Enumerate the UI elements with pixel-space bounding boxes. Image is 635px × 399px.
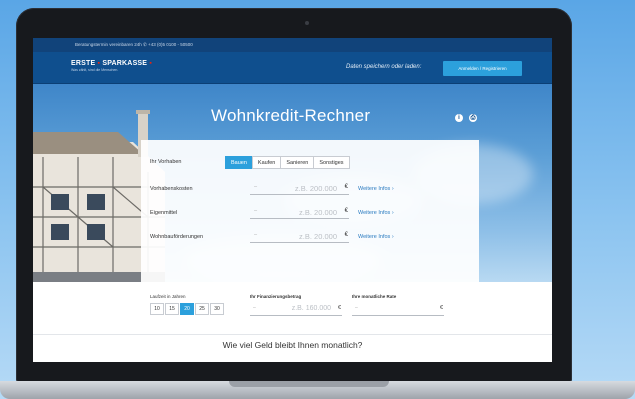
euro-symbol: € <box>344 232 348 238</box>
euro-symbol: € <box>344 208 348 214</box>
project-cost-input[interactable]: – z.B. 200.000 € <box>250 183 349 195</box>
euro-symbol: € <box>337 305 341 311</box>
tab-bauen[interactable]: Bauen <box>225 156 253 169</box>
project-cost-label: Vorhabenskosten <box>150 186 193 192</box>
project-cost-more-info-link[interactable]: Weitere Infos › <box>358 186 394 192</box>
logo-tagline: Was zählt, sind die Menschen. <box>71 68 119 72</box>
camera-dot <box>305 21 309 25</box>
monthly-rate-label: Ihre monatliche Rate <box>352 294 397 299</box>
year-option-15[interactable]: 15 <box>165 303 179 315</box>
year-option-30[interactable]: 30 <box>210 303 224 315</box>
info-icon[interactable]: i <box>455 114 463 122</box>
tab-kaufen[interactable]: Kaufen <box>251 156 282 169</box>
logo-erste: ERSTE <box>71 60 96 67</box>
project-label: Ihr Vorhaben <box>150 159 182 165</box>
housing-subsidy-placeholder: z.B. 20.000 <box>299 232 337 241</box>
appointment-text[interactable]: Beratungstermin vereinbaren 24h ✆ +43 (0… <box>75 42 193 47</box>
decrement-icon[interactable]: – <box>253 305 256 311</box>
equity-input[interactable]: – z.B. 20.000 € <box>250 207 349 219</box>
euro-symbol: € <box>344 184 348 190</box>
equity-placeholder: z.B. 20.000 <box>299 208 337 217</box>
financing-amount-placeholder: z.B. 160.000 <box>291 305 331 312</box>
monthly-rate-field: – € <box>352 304 444 316</box>
year-option-25[interactable]: 25 <box>195 303 209 315</box>
results-section: Laufzeit in Jahren 10 15 20 25 30 Ihr Fi… <box>33 282 552 362</box>
housing-subsidy-input[interactable]: – z.B. 20.000 € <box>250 231 349 243</box>
financing-amount-label: Ihr Finanzierungsbetrag <box>250 294 302 299</box>
rate-prefix: – <box>355 305 358 311</box>
year-option-20[interactable]: 20 <box>180 303 194 315</box>
housing-subsidy-more-info-link[interactable]: Weitere Infos › <box>358 234 394 240</box>
top-info-bar: Beratungstermin vereinbaren 24h ✆ +43 (0… <box>33 38 552 52</box>
financing-amount-input[interactable]: – z.B. 160.000 € <box>250 304 342 316</box>
monthly-budget-heading: Wie viel Geld bleibt Ihnen monatlich? <box>222 340 363 350</box>
bank-logo[interactable]: ERSTE ▪ SPARKASSE ▪ Was zählt, sind die … <box>71 60 152 72</box>
laptop-screen: Beratungstermin vereinbaren 24h ✆ +43 (0… <box>33 38 552 362</box>
print-icon[interactable]: ⎙ <box>469 114 477 122</box>
page-title: Wohnkredit-Rechner <box>211 106 371 125</box>
project-cost-placeholder: z.B. 200.000 <box>294 184 337 193</box>
save-data-label: Daten speichern oder laden: <box>346 64 422 70</box>
tab-sanieren[interactable]: Sanieren <box>280 156 315 169</box>
decrement-icon[interactable]: – <box>254 232 257 238</box>
term-label: Laufzeit in Jahren <box>150 294 186 299</box>
logo-s-icon-2: ▪ <box>147 60 153 67</box>
project-tabs: Bauen Kaufen Sanieren Sonstiges <box>225 156 350 169</box>
site-header: ERSTE ▪ SPARKASSE ▪ Was zählt, sind die … <box>33 52 552 84</box>
equity-label: Eigenmittel <box>150 210 178 216</box>
euro-symbol: € <box>439 305 443 311</box>
decrement-icon[interactable]: – <box>254 184 257 190</box>
tab-sonstiges[interactable]: Sonstiges <box>313 156 350 169</box>
section-divider <box>33 334 552 335</box>
calculator-form: Ihr Vorhaben Bauen Kaufen Sanieren Sonst… <box>141 140 479 282</box>
equity-more-info-link[interactable]: Weitere Infos › <box>358 210 394 216</box>
login-register-button[interactable]: Anmelden / Registrieren <box>443 61 522 76</box>
term-year-selector: 10 15 20 25 30 <box>150 303 225 315</box>
logo-sparkasse: SPARKASSE <box>102 60 148 67</box>
housing-subsidy-label: Wohnbauförderungen <box>150 234 204 240</box>
laptop-notch <box>229 381 389 387</box>
decrement-icon[interactable]: – <box>254 208 257 214</box>
year-option-10[interactable]: 10 <box>150 303 164 315</box>
hero-section: Wohnkredit-Rechner i ⎙ Ihr Vorhaben Baue… <box>33 84 552 282</box>
